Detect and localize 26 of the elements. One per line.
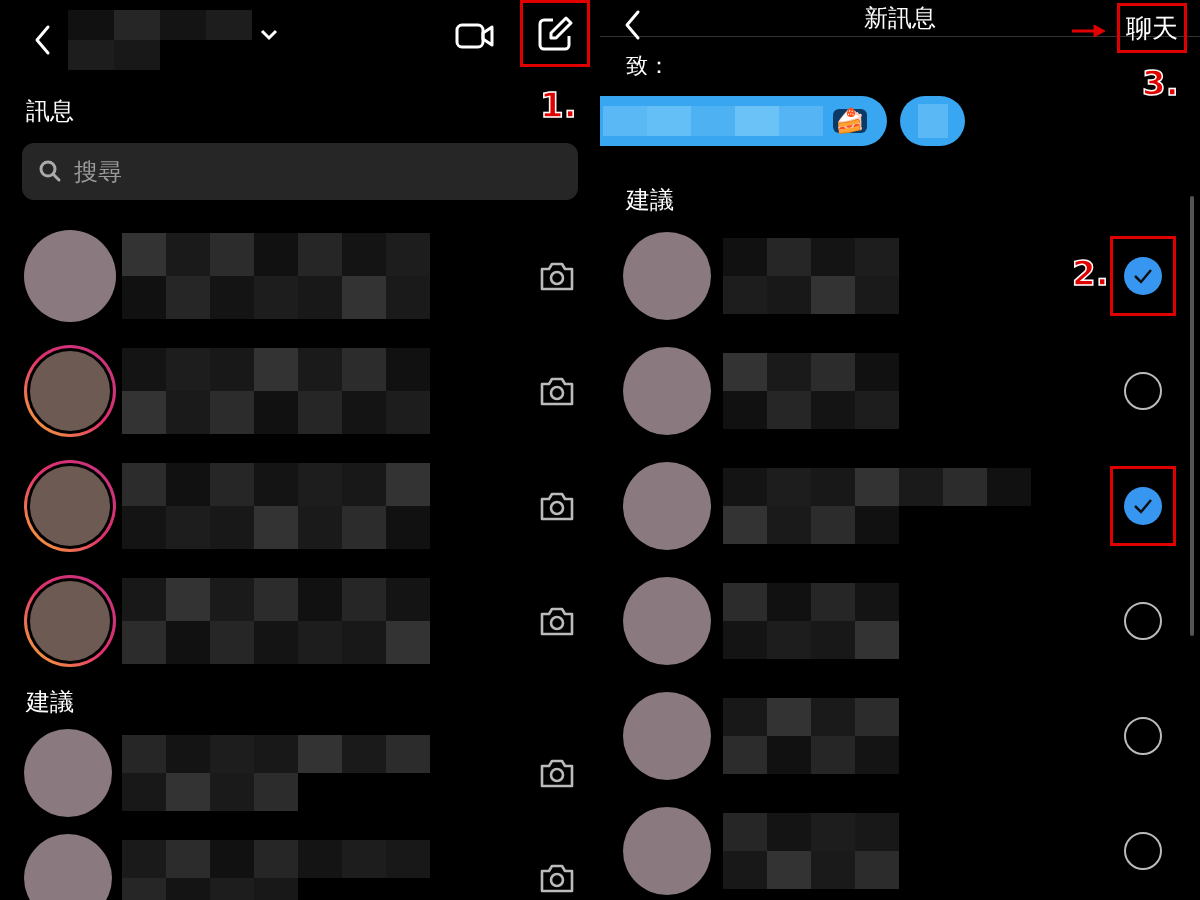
check-icon <box>1133 497 1153 514</box>
arrow-icon <box>1072 24 1106 38</box>
check-icon <box>1133 267 1153 284</box>
caret-icon[interactable] <box>260 28 278 41</box>
section-title: 建議 <box>25 687 75 718</box>
selection-checkbox[interactable] <box>1124 831 1162 870</box>
section-title: 建議 <box>625 185 675 216</box>
section-title: 訊息 <box>26 96 74 127</box>
to-label: 致： <box>625 52 671 80</box>
step-number: 2. <box>1072 256 1109 290</box>
search-field[interactable]: 搜尋 <box>22 143 578 200</box>
recipient-chip[interactable]: 🍰 <box>600 96 887 146</box>
selection-checkbox[interactable] <box>1124 716 1162 755</box>
search-icon <box>38 159 62 183</box>
chat-button[interactable]: 聊天 <box>1117 3 1187 53</box>
chip-emoji: 🍰 <box>833 109 867 133</box>
selection-checkbox[interactable] <box>1124 486 1162 525</box>
selection-checkbox[interactable] <box>1124 371 1162 410</box>
step-number: 1. <box>540 88 577 122</box>
selection-checkbox[interactable] <box>1124 601 1162 640</box>
edit-icon[interactable] <box>536 14 574 53</box>
screen-title: 新訊息 <box>864 3 936 34</box>
selection-checkbox[interactable] <box>1124 256 1162 295</box>
recipient-chip[interactable] <box>900 96 965 146</box>
step-number: 3. <box>1142 66 1179 100</box>
suggestion-row[interactable]: 2. <box>600 218 1200 333</box>
